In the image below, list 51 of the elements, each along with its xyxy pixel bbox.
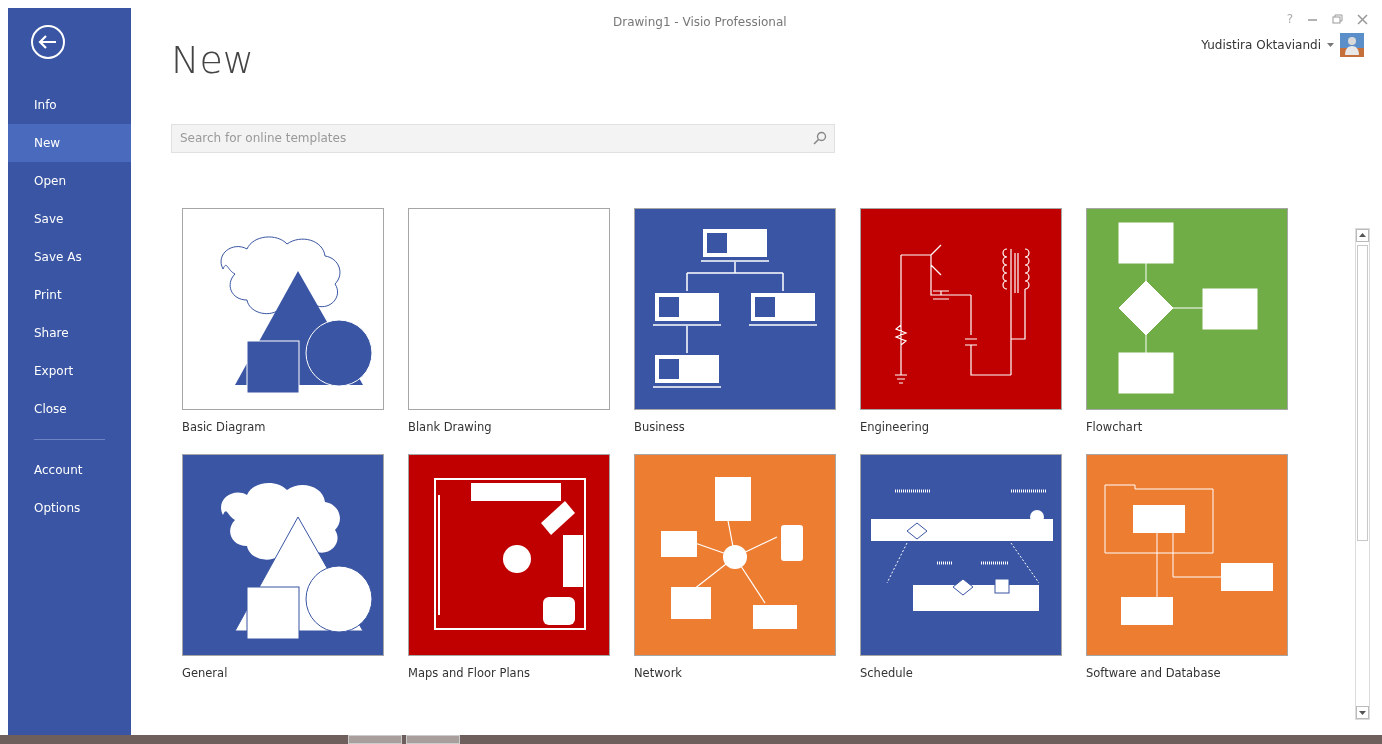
sidebar-item[interactable]: Close — [8, 390, 131, 428]
sidebar-item[interactable]: Export — [8, 352, 131, 390]
sidebar-item[interactable]: Info — [8, 86, 131, 124]
template-label[interactable]: Engineering — [860, 418, 929, 436]
template-label[interactable]: Network — [634, 664, 683, 682]
template-label[interactable]: Flowchart — [1086, 418, 1143, 436]
template-label[interactable]: Basic Diagram — [182, 418, 266, 436]
sidebar-item[interactable]: Open — [8, 162, 131, 200]
template-label[interactable]: Software and Database — [1086, 664, 1221, 682]
sidebar-item[interactable]: Save — [8, 200, 131, 238]
template-label[interactable]: Business — [634, 418, 685, 436]
computer-icon — [652, 292, 722, 326]
template-thumbnail[interactable] — [1086, 453, 1288, 656]
back-button[interactable] — [30, 24, 66, 60]
template-thumbnail[interactable] — [408, 207, 610, 410]
template-thumbnail[interactable] — [182, 453, 384, 656]
close-icon[interactable] — [1357, 13, 1368, 25]
sidebar-item[interactable]: Print — [8, 276, 131, 314]
taskbar-button[interactable] — [406, 735, 460, 744]
page-heading: New — [171, 38, 254, 84]
template-thumbnail[interactable] — [408, 453, 610, 656]
scroll-up-button[interactable] — [1356, 229, 1369, 242]
template-label[interactable]: General — [182, 664, 228, 682]
template-thumbnail[interactable] — [860, 207, 1062, 410]
template-thumbnail[interactable] — [634, 453, 836, 656]
scrollbar[interactable] — [1355, 228, 1370, 720]
taskbar-button[interactable] — [348, 735, 402, 744]
template-label[interactable]: Schedule — [860, 664, 913, 682]
restore-icon[interactable] — [1332, 13, 1343, 25]
scroll-down-button[interactable] — [1356, 706, 1369, 719]
caret-icon[interactable] — [1327, 43, 1334, 47]
sidebar-item[interactable]: New — [8, 124, 131, 162]
sidebar-item[interactable]: Options — [8, 489, 131, 527]
search-field[interactable]: Search for online templates — [171, 123, 835, 153]
avatar-icon[interactable] — [1340, 33, 1364, 57]
computer-icon — [700, 228, 770, 262]
template-thumbnail[interactable] — [634, 207, 836, 410]
template-thumbnail[interactable] — [182, 207, 384, 410]
computer-icon — [652, 354, 722, 388]
sidebar-item[interactable]: Save As — [8, 238, 131, 276]
template-thumbnail[interactable] — [1086, 207, 1288, 410]
sidebar-item[interactable]: Share — [8, 314, 131, 352]
user-name[interactable]: Yudistira Oktaviandi — [1201, 36, 1321, 54]
scroll-thumb[interactable] — [1357, 245, 1368, 541]
sidebar-item[interactable]: Account — [8, 451, 131, 489]
computer-icon — [748, 292, 818, 326]
template-thumbnail[interactable] — [860, 453, 1062, 656]
template-label[interactable]: Maps and Floor Plans — [408, 664, 530, 682]
template-label[interactable]: Blank Drawing — [408, 418, 492, 436]
window-title: Drawing1 - Visio Professional — [613, 14, 787, 31]
search-icon[interactable] — [813, 130, 827, 145]
